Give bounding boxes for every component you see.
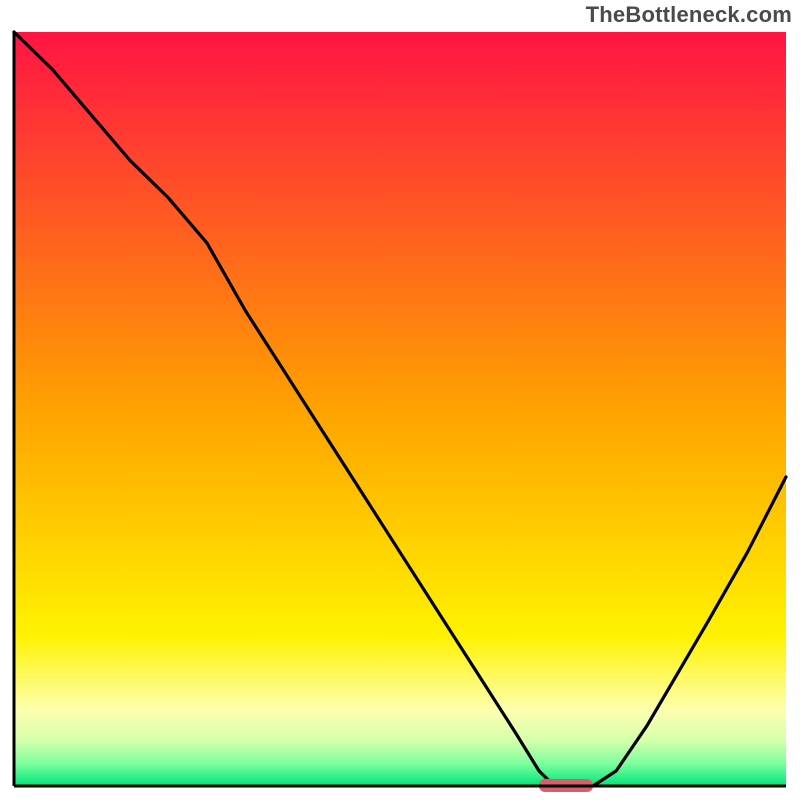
watermark-text: TheBottleneck.com <box>586 2 792 28</box>
bottleneck-chart <box>0 0 800 800</box>
plot-background <box>14 32 786 786</box>
chart-container: TheBottleneck.com <box>0 0 800 800</box>
